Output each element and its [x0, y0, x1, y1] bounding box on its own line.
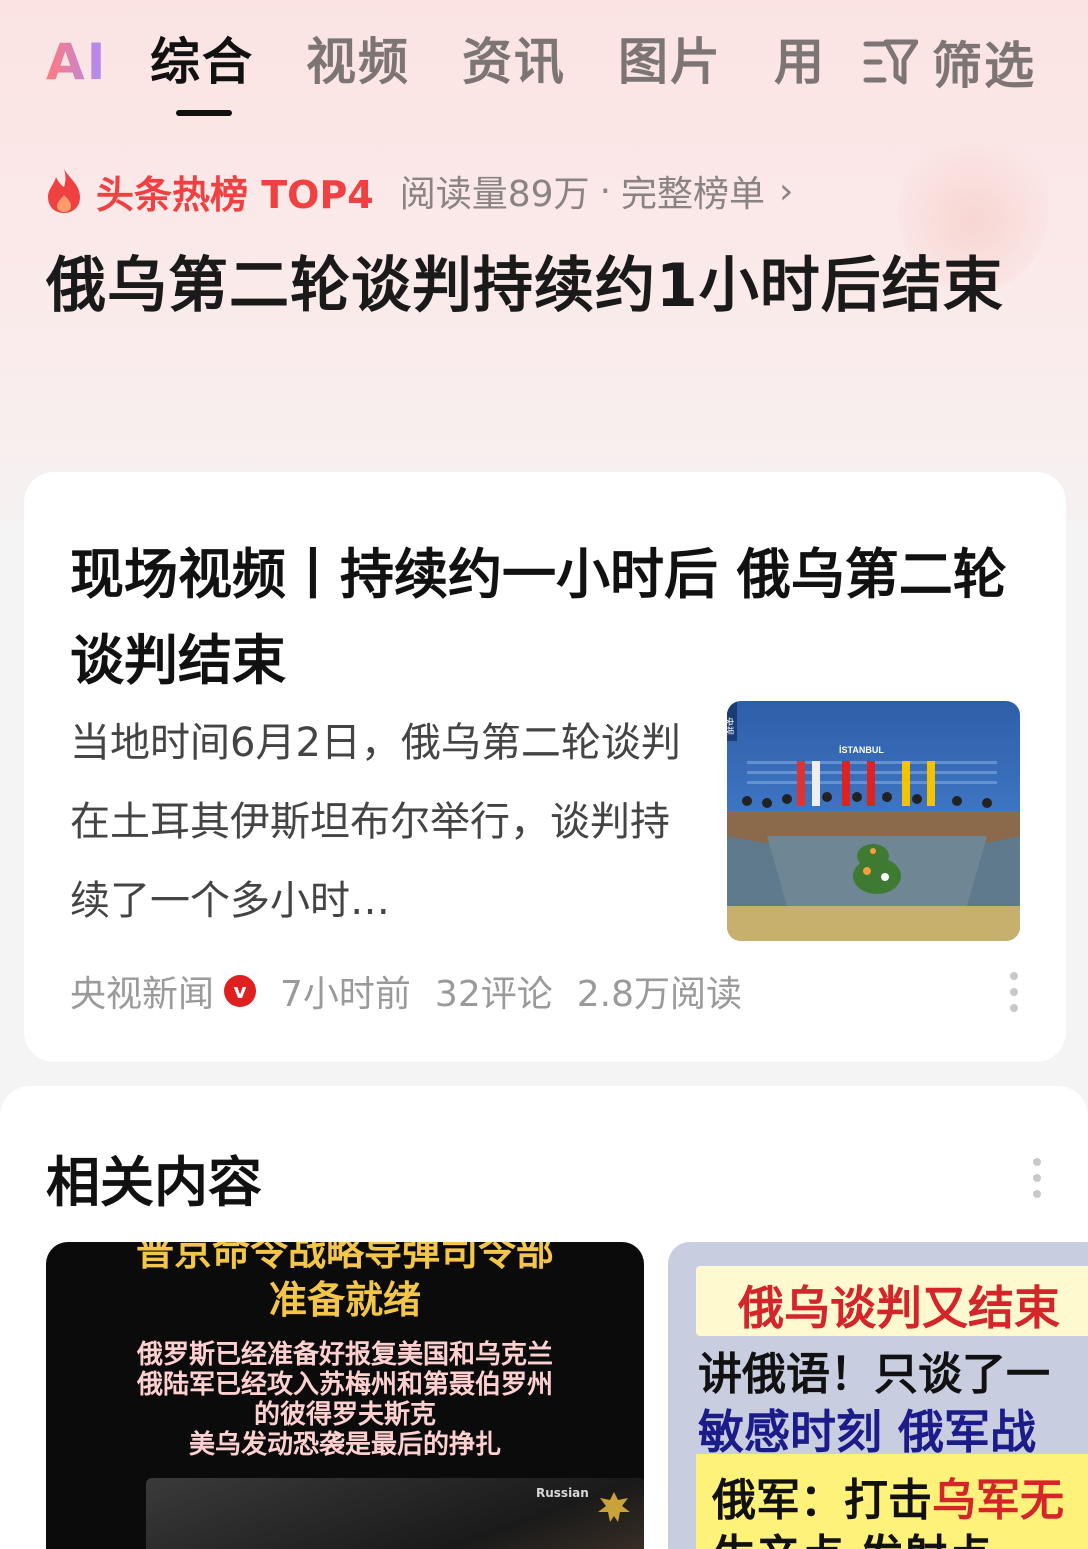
- filter-button[interactable]: 筛选: [862, 28, 1036, 96]
- news-card-title[interactable]: 现场视频丨持续约一小时后 俄乌第二轮谈判结束: [70, 532, 1020, 704]
- related-card-1-headline-line2: 准备就绪: [268, 1278, 421, 1322]
- news-card[interactable]: 现场视频丨持续约一小时后 俄乌第二轮谈判结束 当地时间6月2日，俄乌第二轮谈判在…: [24, 472, 1066, 1062]
- filter-label: 筛选: [932, 37, 1036, 95]
- active-tab-indicator: [176, 110, 232, 116]
- related-card-2-line3: 敏感时刻 俄军战: [698, 1405, 1037, 1459]
- thumbnail-watermark: 央视: [727, 717, 735, 735]
- related-card-2-line4-a: 俄军：打击: [712, 1475, 932, 1526]
- source-name[interactable]: 央视新闻: [70, 965, 214, 1017]
- filter-icon: [863, 39, 918, 85]
- comment-count: 32评论: [434, 974, 553, 1015]
- hot-board-line[interactable]: 头条热榜 TOP4 阅读量89万 · 完整榜单 ›: [44, 165, 794, 217]
- news-card-summary: 当地时间6月2日，俄乌第二轮谈判在土耳其伊斯坦布尔举行，谈判持续了一个多小时…: [70, 720, 681, 924]
- news-card-meta: 央视新闻 v 7小时前 32评论 2.8万阅读: [70, 966, 742, 1016]
- related-card-1-body-line: 美乌发动恐袭是最后的挣扎: [188, 1430, 501, 1460]
- related-card-2-line4-b: 乌军无: [932, 1475, 1064, 1526]
- related-card-2-line1: 俄乌谈判又结束: [738, 1281, 1060, 1335]
- tab-ai[interactable]: AI: [46, 28, 107, 96]
- tab-images[interactable]: 图片: [618, 28, 722, 96]
- related-card-1-body-line: 俄陆军已经攻入苏梅州和第聂伯罗州: [136, 1370, 553, 1400]
- read-count: 2.8万阅读: [576, 974, 742, 1015]
- tab-news[interactable]: 资讯: [462, 28, 566, 96]
- eagle-emblem-icon: [598, 1492, 630, 1522]
- related-card-1-body-line: 俄罗斯已经准备好报复美国和乌克兰: [136, 1340, 553, 1370]
- full-list-link[interactable]: 完整榜单: [621, 165, 765, 217]
- tab-users[interactable]: 用: [774, 28, 826, 96]
- more-options-icon[interactable]: [1009, 972, 1019, 1012]
- related-card-1[interactable]: 普京命令战略导弹司令部 准备就绪 俄罗斯已经准备好报复美国和乌克兰 俄陆军已经攻…: [46, 1242, 644, 1549]
- tab-comprehensive[interactable]: 综合: [150, 28, 254, 96]
- hot-topic-headline[interactable]: 俄乌第二轮谈判持续约1小时后结束: [46, 240, 1046, 332]
- flame-icon: [48, 169, 80, 213]
- verified-badge-icon: v: [224, 975, 257, 1007]
- news-card-thumbnail[interactable]: İSTANBUL 央视: [727, 701, 1020, 941]
- tab-video[interactable]: 视频: [306, 28, 410, 96]
- related-card-1-tag: Russian: [536, 1486, 589, 1500]
- publish-time: 7小时前: [280, 974, 411, 1015]
- thumbnail-caption: İSTANBUL: [839, 745, 884, 755]
- related-card-1-headline-line1: 普京命令战略导弹司令部: [135, 1242, 554, 1274]
- related-card-2-line2: 讲俄语！只谈了一: [698, 1349, 1050, 1400]
- hot-board-reads: 阅读量89万: [399, 174, 590, 215]
- related-card-2[interactable]: 俄乌谈判又结束 讲俄语！只谈了一 敏感时刻 俄军战 俄军：打击乌军无 生产点 发…: [668, 1242, 1088, 1549]
- hot-board-rank: 头条热榜 TOP4: [96, 172, 374, 217]
- related-title: 相关内容: [46, 1151, 262, 1214]
- related-card-1-headline: 普京命令战略导弹司令部 准备就绪: [46, 1242, 644, 1324]
- related-card-1-body-line: 的彼得罗夫斯克: [253, 1400, 436, 1430]
- related-card-2-line4: 俄军：打击乌军无: [712, 1464, 1064, 1528]
- meta-separator: ·: [599, 170, 612, 212]
- negotiation-photo: İSTANBUL 央视: [727, 701, 1020, 941]
- related-section: 相关内容 普京命令战略导弹司令部 准备就绪 俄罗斯已经准备好报复美国和乌克兰 俄…: [0, 1086, 1088, 1549]
- related-more-icon[interactable]: [1032, 1158, 1042, 1198]
- chevron-right-icon: ›: [779, 170, 794, 212]
- related-card-2-line5: 生产点 发射点 ...: [712, 1520, 1057, 1549]
- related-card-1-body: 俄罗斯已经准备好报复美国和乌克兰 俄陆军已经攻入苏梅州和第聂伯罗州 的彼得罗夫斯…: [46, 1340, 644, 1460]
